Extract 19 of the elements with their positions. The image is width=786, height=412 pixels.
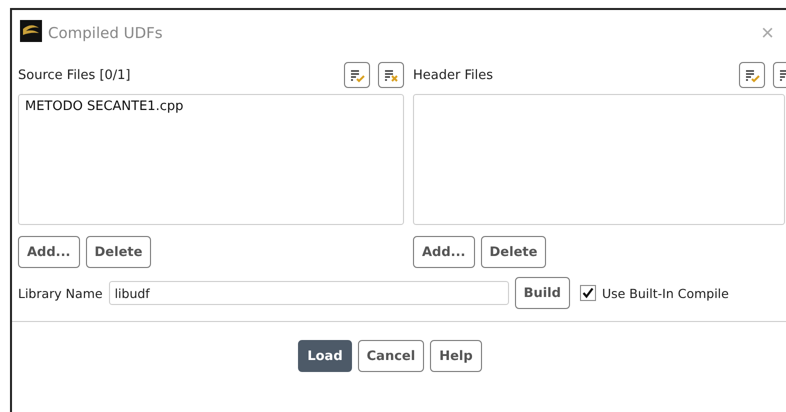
list-label: Header Files (413, 68, 494, 82)
select-all-button[interactable] (344, 62, 370, 88)
add-button[interactable]: Add... (413, 236, 474, 268)
select-all-button[interactable] (739, 62, 765, 88)
build-button[interactable]: Build (514, 277, 570, 309)
library-name-label: Library Name (18, 286, 103, 300)
cancel-button[interactable]: Cancel (358, 340, 424, 372)
builtin-compiler-checkbox[interactable] (580, 285, 596, 301)
list-label: Source Files [0/1] (18, 68, 132, 82)
add-button[interactable]: Add... (18, 236, 80, 268)
deselect-all-button[interactable] (378, 62, 404, 88)
delete-button[interactable]: Delete (86, 236, 152, 268)
window-title: Compiled UDFs (48, 24, 163, 42)
help-button[interactable]: Help (430, 340, 482, 372)
delete-button[interactable]: Delete (480, 236, 546, 268)
load-button[interactable]: Load (298, 340, 352, 372)
builtin-compiler-label: Use Built-In Compile (602, 286, 729, 300)
library-name-field[interactable]: libudf (108, 281, 509, 305)
file-item[interactable]: METODO SECANTE1.cpp (25, 99, 397, 114)
